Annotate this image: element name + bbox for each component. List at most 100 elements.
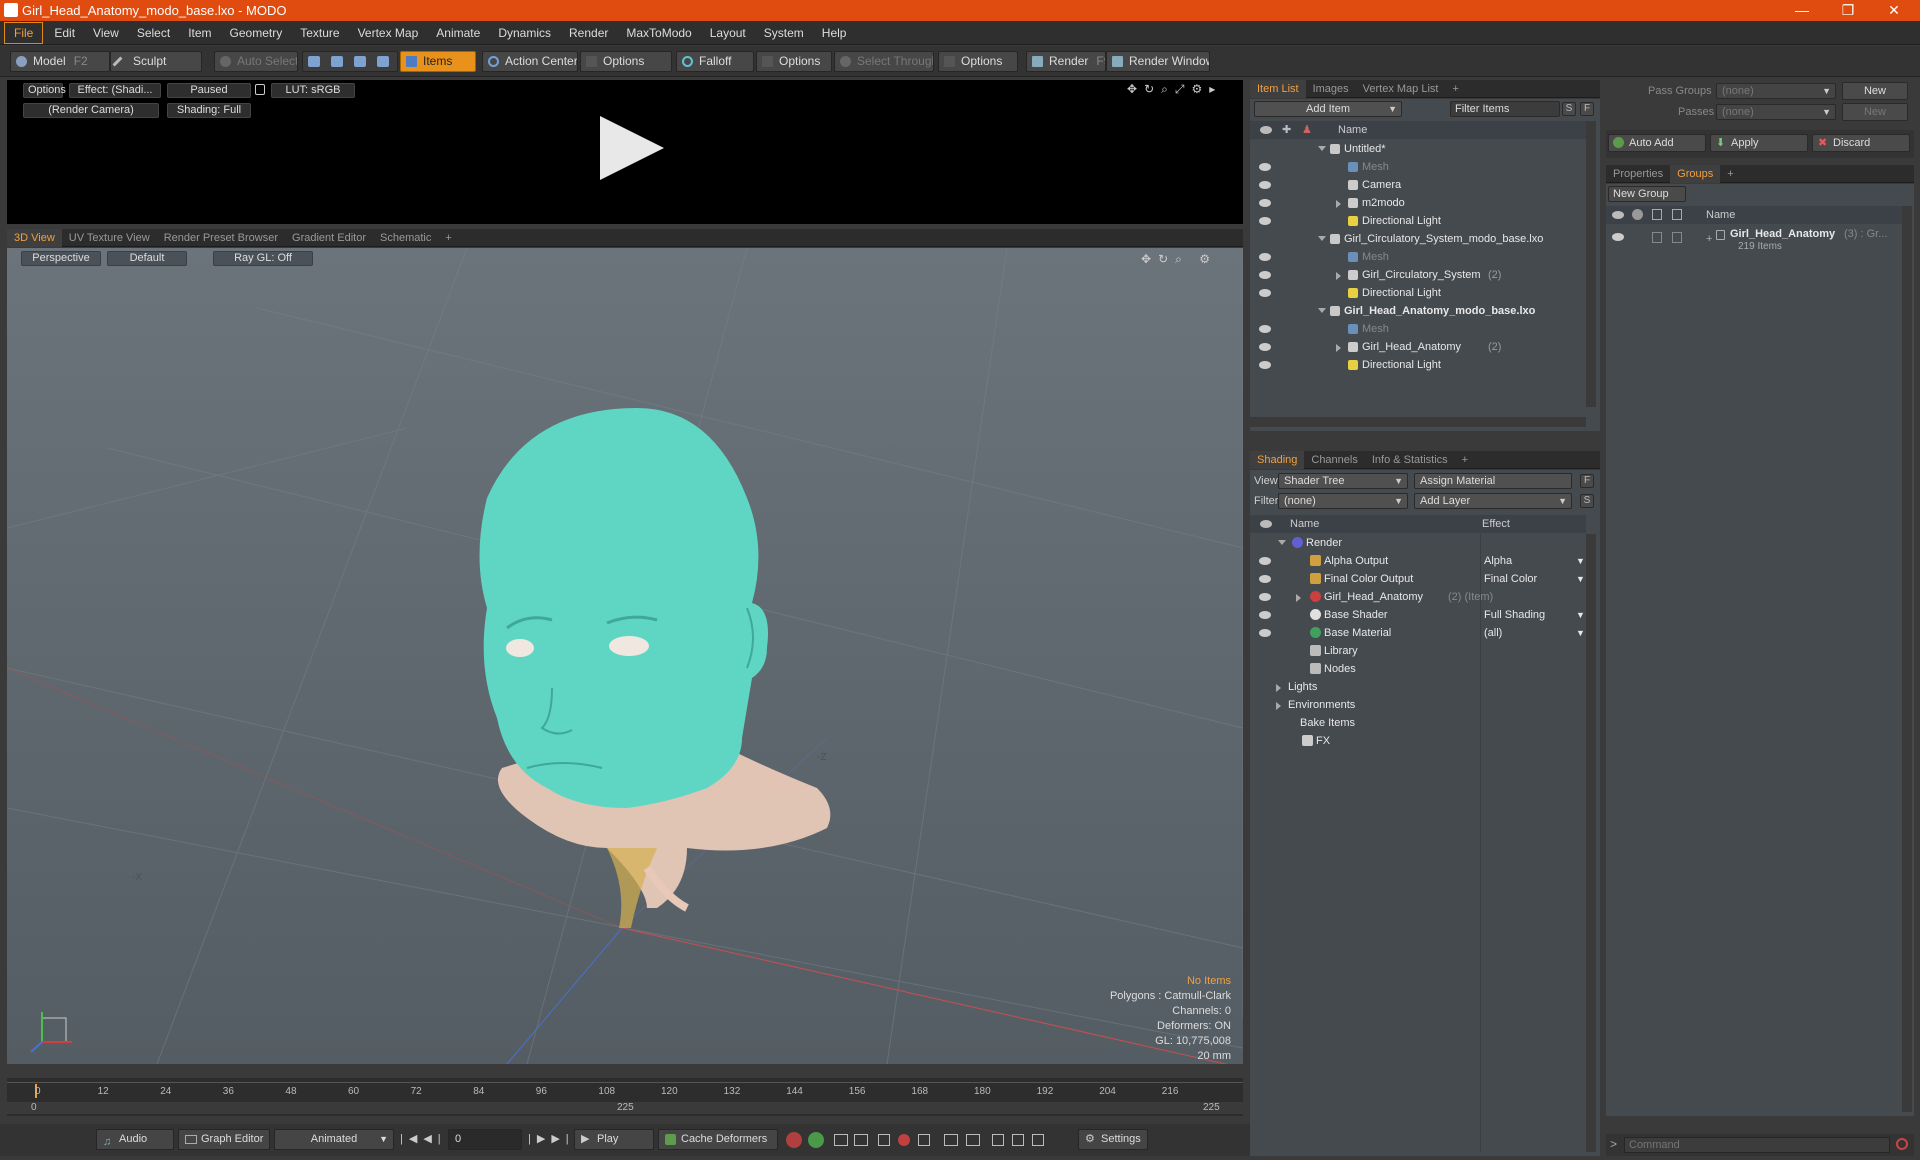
items-mode-button[interactable]: Items: [400, 51, 476, 72]
tab-vertex-map-list[interactable]: Vertex Map List: [1356, 80, 1446, 98]
menu-vertex-map[interactable]: Vertex Map: [349, 21, 428, 45]
lock-icon[interactable]: [255, 84, 265, 95]
gear-icon[interactable]: ⚙: [1199, 252, 1217, 266]
shader-row[interactable]: Library: [1250, 642, 1586, 660]
visibility-eye-icon[interactable]: [1259, 181, 1271, 189]
visibility-eye-icon[interactable]: [1259, 629, 1271, 637]
shader-row[interactable]: Render: [1250, 534, 1586, 552]
item-row[interactable]: Mesh: [1250, 248, 1586, 266]
maximize-button[interactable]: ❐: [1828, 1, 1868, 20]
shader-row[interactable]: Lights: [1250, 678, 1586, 696]
key-remove-icon[interactable]: [918, 1134, 930, 1146]
zoom-icon[interactable]: ⌕: [1175, 252, 1189, 266]
groups-scrollbar[interactable]: [1902, 206, 1912, 1112]
shader-effect[interactable]: Full Shading: [1484, 606, 1545, 624]
current-frame-input[interactable]: 0: [448, 1129, 522, 1150]
key-next-icon[interactable]: [854, 1134, 868, 1146]
3d-viewport[interactable]: Perspective Default Ray GL: Off ✥↻⌕ ⚙ -X…: [7, 248, 1243, 1064]
visibility-eye-icon[interactable]: [1612, 233, 1624, 241]
edges-mode-icon[interactable]: [331, 56, 343, 67]
perspective-dropdown[interactable]: Perspective: [21, 251, 101, 266]
expand-arrow-icon[interactable]: [1336, 344, 1341, 352]
expand-arrow-icon[interactable]: [1276, 702, 1281, 710]
collapse-arrow-icon[interactable]: [1318, 308, 1326, 313]
model-button[interactable]: Model F2: [10, 51, 110, 72]
shader-row[interactable]: Final Color Output Final Color ▼: [1250, 570, 1586, 588]
select-options-button[interactable]: Options: [938, 51, 1018, 72]
key-add-icon[interactable]: [878, 1134, 890, 1146]
move-icon[interactable]: ✥: [1127, 82, 1144, 96]
shader-effect[interactable]: Final Color: [1484, 570, 1537, 588]
new-pass-button[interactable]: New: [1842, 103, 1908, 121]
shading-style-dropdown[interactable]: Default: [107, 251, 187, 266]
visibility-eye-icon[interactable]: [1259, 217, 1271, 225]
tab-info-statistics[interactable]: Info & Statistics: [1365, 451, 1455, 469]
command-stop-icon[interactable]: [1896, 1138, 1908, 1150]
tab-shading[interactable]: Shading: [1250, 451, 1305, 469]
add-tab-button[interactable]: +: [1720, 165, 1740, 183]
item-row[interactable]: Girl_Circulatory_System_modo_base.lxo: [1250, 230, 1586, 248]
tab-uv-texture-view[interactable]: UV Texture View: [62, 229, 157, 247]
menu-edit[interactable]: Edit: [45, 21, 84, 45]
ray-gl-toggle[interactable]: Ray GL: Off: [213, 251, 313, 266]
pass-groups-dropdown[interactable]: (none) ▼: [1716, 83, 1836, 99]
menu-help[interactable]: Help: [813, 21, 856, 45]
tab-properties[interactable]: Properties: [1606, 165, 1670, 183]
item-row[interactable]: Girl_Circulatory_System (2): [1250, 266, 1586, 284]
visibility-eye-icon[interactable]: [1259, 271, 1271, 279]
visibility-eye-icon[interactable]: [1259, 611, 1271, 619]
polygons-mode-icon[interactable]: [354, 56, 366, 67]
tab-images[interactable]: Images: [1306, 80, 1356, 98]
visibility-eye-icon[interactable]: [1259, 593, 1271, 601]
item-row[interactable]: Mesh: [1250, 158, 1586, 176]
expand-arrow-icon[interactable]: [1336, 200, 1341, 208]
shader-row[interactable]: Girl_Head_Anatomy (2) (Item): [1250, 588, 1586, 606]
preview-shading-dropdown[interactable]: Shading: Full: [167, 103, 251, 118]
close-button[interactable]: ✕: [1874, 1, 1914, 20]
go-to-end-icon[interactable]: ▶|: [551, 1133, 574, 1145]
item-row[interactable]: Camera: [1250, 176, 1586, 194]
auto-add-button[interactable]: Auto Add: [1608, 134, 1706, 152]
visibility-eye-icon[interactable]: [1259, 199, 1271, 207]
collapse-arrow-icon[interactable]: [1278, 540, 1286, 545]
zoom-icon[interactable]: ⌕: [1161, 82, 1175, 96]
shader-row[interactable]: Base Shader Full Shading ▼: [1250, 606, 1586, 624]
key-red-icon[interactable]: [786, 1132, 802, 1148]
menu-item[interactable]: Item: [179, 21, 220, 45]
passes-dropdown[interactable]: (none) ▼: [1716, 104, 1836, 120]
visibility-eye-icon[interactable]: [1259, 343, 1271, 351]
graph-editor-button[interactable]: Graph Editor: [178, 1129, 270, 1150]
falloff-options-button[interactable]: Options: [756, 51, 832, 72]
shader-tree-scrollbar[interactable]: [1586, 534, 1596, 1152]
new-group-button[interactable]: New Group: [1608, 186, 1686, 202]
play-icon[interactable]: [600, 116, 664, 180]
key-last-icon[interactable]: [966, 1134, 980, 1146]
collapse-arrow-icon[interactable]: [1318, 236, 1326, 241]
add-tab-button[interactable]: +: [438, 229, 458, 247]
lut-dropdown[interactable]: LUT: sRGB: [271, 83, 355, 98]
menu-geometry[interactable]: Geometry: [221, 21, 292, 45]
render-camera-dropdown[interactable]: (Render Camera): [23, 103, 159, 118]
chevron-down-icon[interactable]: ▼: [1576, 570, 1585, 588]
key-tool3-icon[interactable]: [1032, 1134, 1044, 1146]
item-row[interactable]: Directional Light: [1250, 284, 1586, 302]
expand-icon[interactable]: +: [1706, 230, 1712, 248]
gear-icon[interactable]: ⚙: [1191, 82, 1209, 96]
action-center-options-button[interactable]: Options: [580, 51, 672, 72]
shader-row[interactable]: FX: [1250, 732, 1586, 750]
menu-view[interactable]: View: [84, 21, 128, 45]
group-row[interactable]: + Girl_Head_Anatomy (3) : Gr... 219 Item…: [1606, 226, 1902, 256]
shader-row[interactable]: Bake Items: [1250, 714, 1586, 732]
minimize-button[interactable]: —: [1782, 1, 1822, 20]
add-item-dropdown[interactable]: Add Item ▼: [1254, 101, 1402, 117]
move-icon[interactable]: ✥: [1141, 252, 1158, 266]
tab-channels[interactable]: Channels: [1304, 451, 1364, 469]
render-preview[interactable]: Options Effect: (Shadi... Paused LUT: sR…: [7, 80, 1243, 224]
preview-effect-dropdown[interactable]: Effect: (Shadi...: [69, 83, 161, 98]
filter-f-button[interactable]: F: [1580, 102, 1594, 116]
item-list-hscrollbar[interactable]: [1250, 417, 1586, 427]
sculpt-button[interactable]: Sculpt: [110, 51, 202, 72]
render-window-button[interactable]: Render Window: [1106, 51, 1210, 72]
menu-layout[interactable]: Layout: [701, 21, 755, 45]
discard-button[interactable]: ✖ Discard: [1812, 134, 1910, 152]
